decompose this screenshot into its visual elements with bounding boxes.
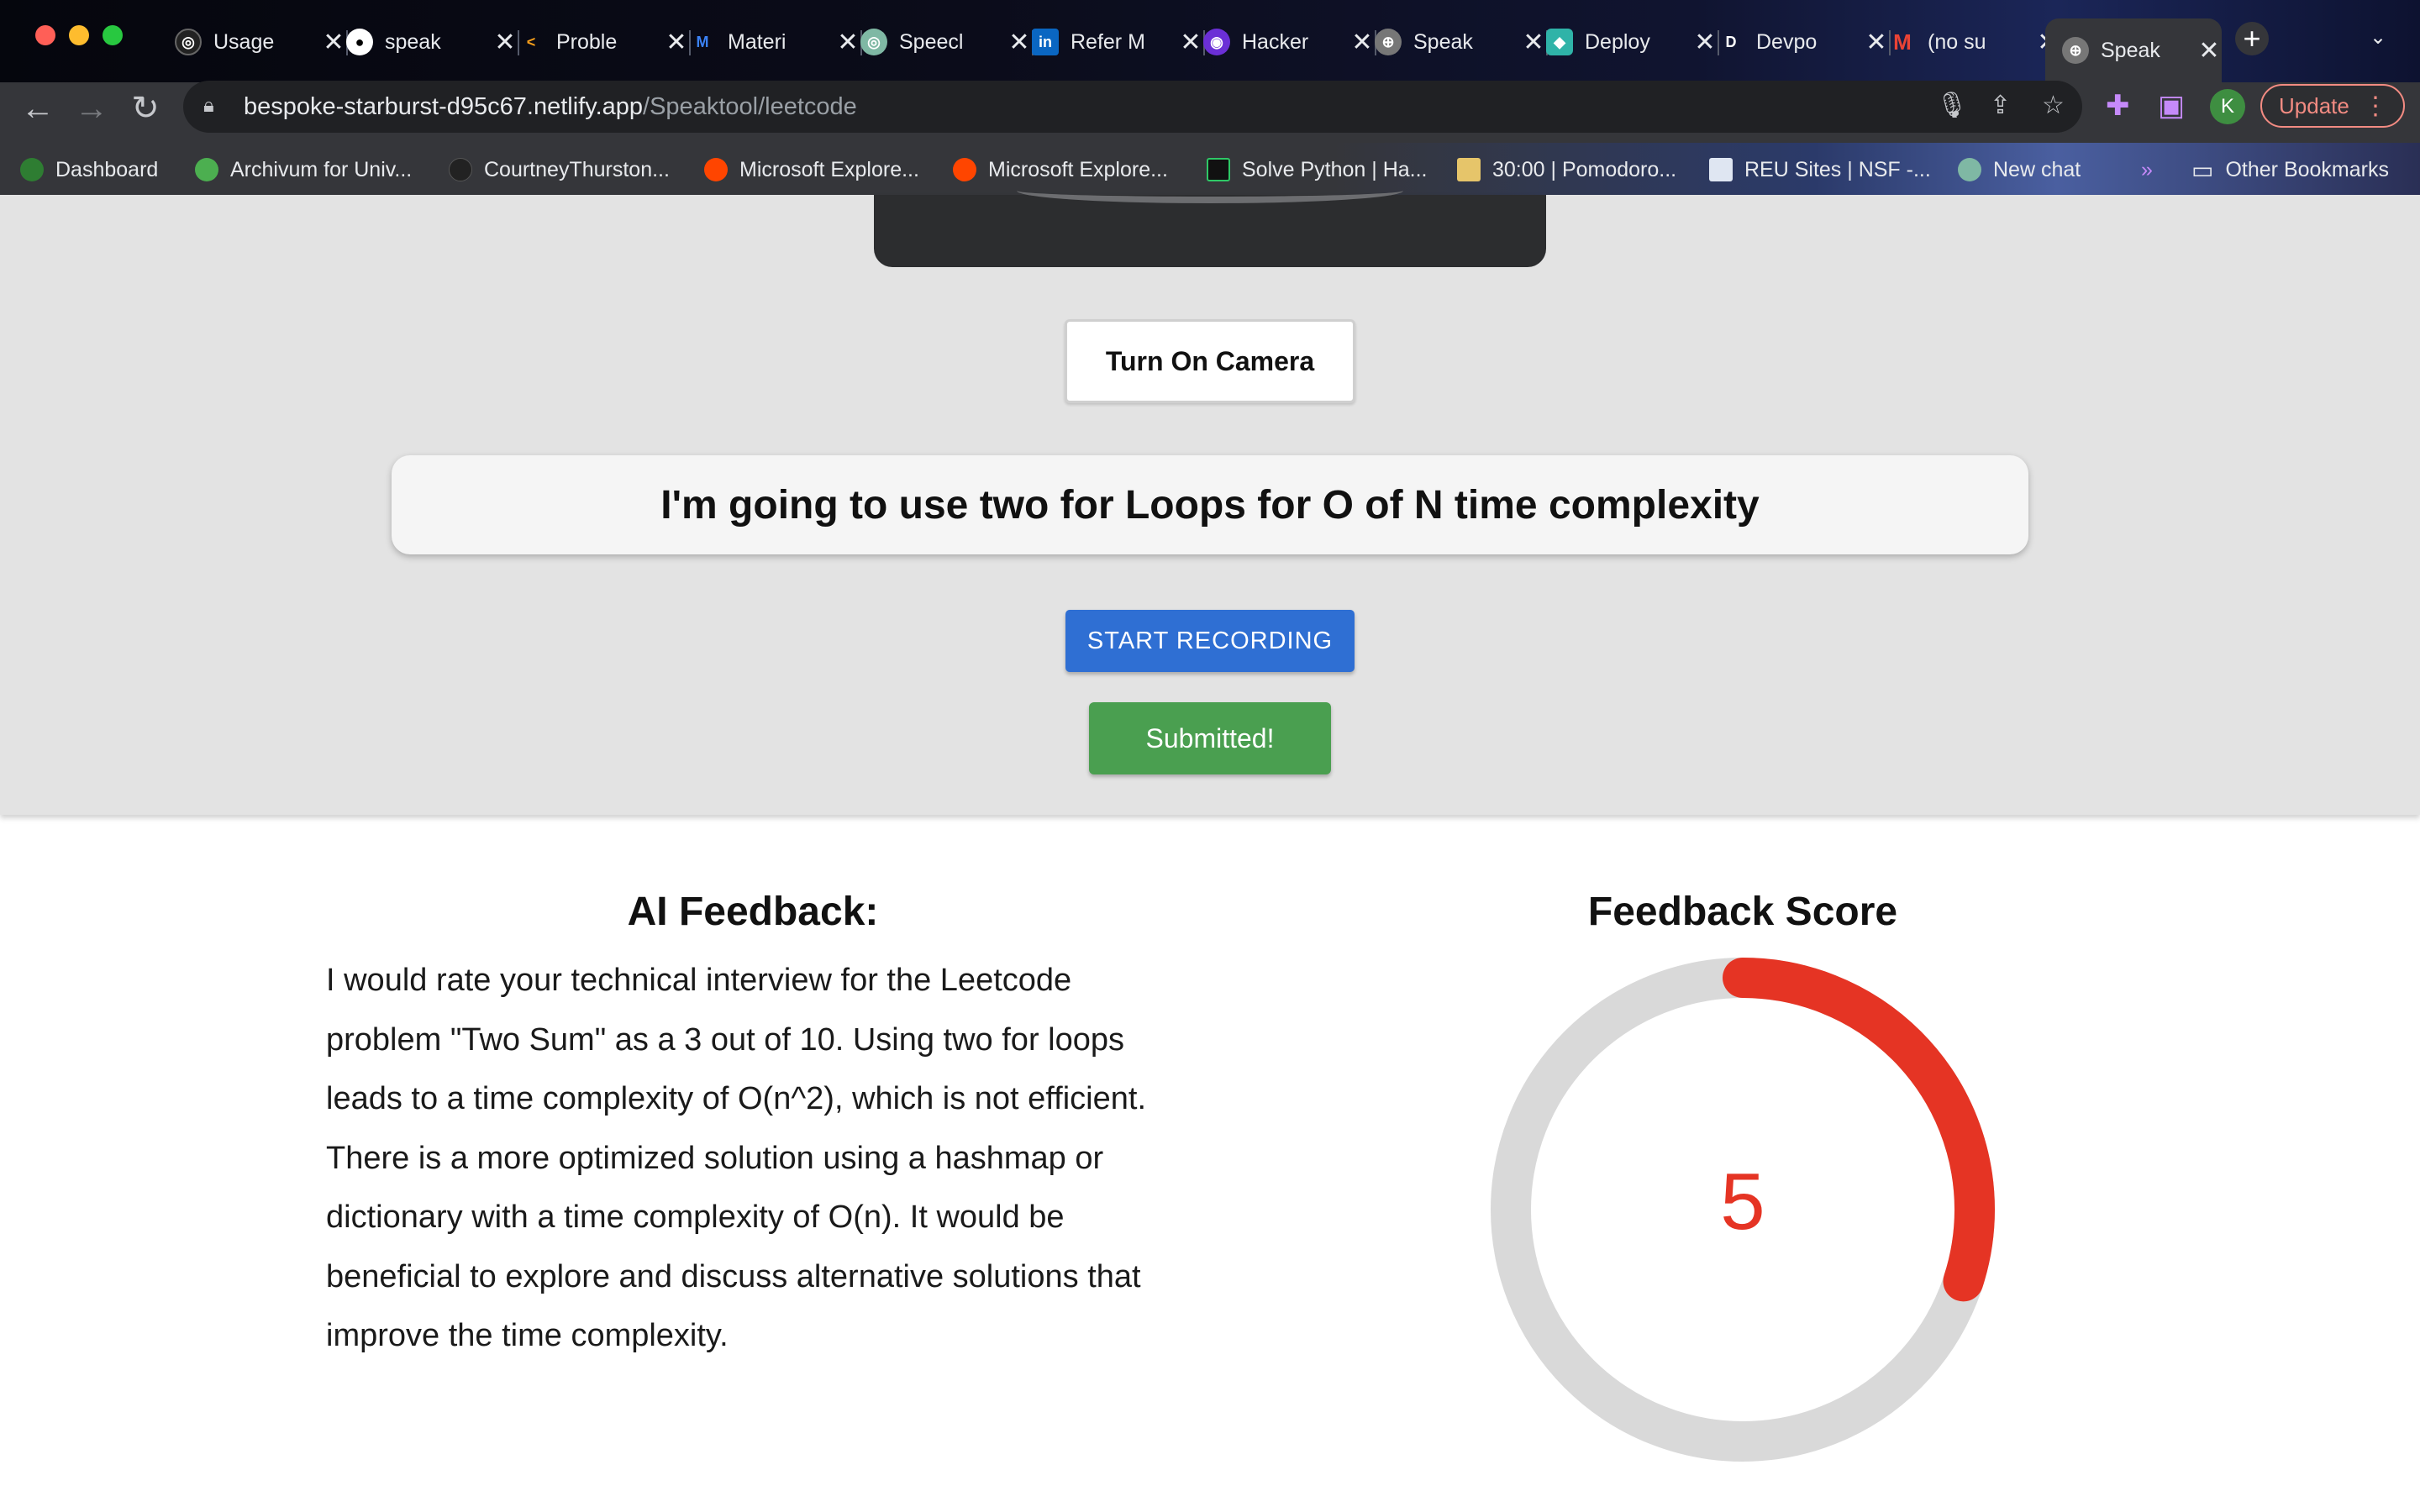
- bookmark-microsoft-1[interactable]: Microsoft Explore...: [704, 153, 919, 186]
- transcript-box: I'm going to use two for Loops for O of …: [392, 455, 2028, 554]
- new-tab-button[interactable]: +: [2235, 21, 2269, 55]
- bookmark-courtney[interactable]: CourtneyThurston...: [449, 153, 670, 186]
- tab-github[interactable]: ● speak ✕: [346, 18, 518, 66]
- close-icon[interactable]: ✕: [664, 28, 689, 57]
- mui-icon: M: [696, 33, 709, 50]
- bookmark-archivum[interactable]: Archivum for Univ...: [195, 153, 412, 186]
- netlify-icon: ◆: [1546, 29, 1573, 55]
- tab-leetcode[interactable]: < Proble ✕: [518, 18, 689, 66]
- turn-on-camera-button[interactable]: Turn On Camera: [1065, 319, 1355, 403]
- bookmark-pomodoro[interactable]: 30:00 | Pomodoro...: [1457, 153, 1676, 186]
- start-recording-button[interactable]: START RECORDING: [1065, 610, 1355, 672]
- tab-speech[interactable]: ◎ Speecl ✕: [860, 18, 1032, 66]
- tab-material[interactable]: M Materi ✕: [689, 18, 860, 66]
- tab-linkedin[interactable]: in Refer M ✕: [1032, 18, 1203, 66]
- tab-bar: ◎ Usage ✕ ● speak ✕ < Proble ✕ M Materi …: [0, 0, 2420, 82]
- close-icon[interactable]: ✕: [1864, 28, 1889, 57]
- lock-icon[interactable]: 🔒︎: [203, 94, 227, 119]
- openai-icon: [1958, 158, 1981, 181]
- tab-devpost[interactable]: D Devpo ✕: [1718, 18, 1889, 66]
- back-arrow-icon[interactable]: ←: [17, 87, 59, 129]
- minimize-window-button[interactable]: [69, 25, 89, 45]
- profile-avatar[interactable]: K: [2210, 89, 2245, 124]
- tab-search-chevron-icon[interactable]: ⌄: [2370, 25, 2386, 50]
- reddit-icon: [704, 158, 728, 181]
- close-icon[interactable]: ✕: [1178, 28, 1203, 57]
- tab-hacker[interactable]: ◉ Hacker ✕: [1203, 18, 1375, 66]
- share-icon[interactable]: ⇪: [1990, 91, 2011, 120]
- tab-speak-1[interactable]: ⊕ Speak ✕: [1375, 18, 1546, 66]
- close-icon[interactable]: ✕: [321, 28, 346, 57]
- close-window-button[interactable]: [35, 25, 55, 45]
- close-icon[interactable]: ✕: [835, 28, 860, 57]
- star-bookmark-icon[interactable]: ☆: [2042, 91, 2065, 120]
- github-icon: [449, 158, 472, 181]
- camera-placeholder-arc: [1017, 178, 1403, 203]
- close-icon[interactable]: ✕: [1521, 28, 1546, 57]
- camera-preview: [874, 195, 1546, 267]
- dashboard-icon: [20, 158, 44, 181]
- pomodoro-icon: [1457, 158, 1481, 181]
- bookmark-reu[interactable]: REU Sites | NSF -...: [1709, 153, 1931, 186]
- openai-icon: ◎: [175, 29, 202, 55]
- more-menu-icon[interactable]: ⋮: [2363, 92, 2388, 121]
- reload-icon[interactable]: ↻: [124, 87, 166, 129]
- feedback-score-value: 5: [1720, 1157, 1765, 1247]
- tab-gmail[interactable]: M (no su ✕: [1889, 18, 2060, 66]
- folder-icon: ▭: [2191, 156, 2214, 183]
- ai-feedback-title: AI Feedback:: [627, 890, 879, 934]
- submitted-button[interactable]: Submitted!: [1089, 702, 1331, 774]
- interview-panel: Turn On Camera I'm going to use two for …: [0, 195, 2420, 815]
- nsf-icon: [1709, 158, 1733, 181]
- tab-deploy[interactable]: ◆ Deploy ✕: [1546, 18, 1718, 66]
- globe-icon: ⊕: [1375, 29, 1402, 55]
- bookmark-dashboard[interactable]: Dashboard: [20, 153, 158, 186]
- other-bookmarks-folder[interactable]: ▭ Other Bookmarks: [2191, 153, 2389, 186]
- close-icon[interactable]: ✕: [2196, 36, 2222, 66]
- bookmarks-overflow-chevron[interactable]: »: [2141, 153, 2153, 186]
- close-icon[interactable]: ✕: [1692, 28, 1718, 57]
- forward-arrow-icon[interactable]: →: [71, 87, 113, 129]
- devpost-icon: D: [1725, 33, 1737, 50]
- globe-icon: ⊕: [2062, 37, 2089, 64]
- close-icon[interactable]: ✕: [1349, 28, 1375, 57]
- tab-speak-active[interactable]: ⊕ Speak ✕: [2045, 18, 2222, 82]
- leetcode-icon: <: [526, 33, 536, 50]
- gmail-icon: M: [1893, 29, 1912, 55]
- page-content: Turn On Camera I'm going to use two for …: [0, 195, 2420, 1512]
- tab-usage[interactable]: ◎ Usage ✕: [175, 18, 346, 66]
- github-icon: ●: [346, 29, 373, 55]
- archivum-icon: [195, 158, 218, 181]
- update-button[interactable]: Update ⋮: [2260, 84, 2405, 128]
- fullscreen-window-button[interactable]: [103, 25, 123, 45]
- reddit-icon: [953, 158, 976, 181]
- hackerearth-icon: ◉: [1203, 29, 1230, 55]
- side-panel-icon[interactable]: ▣: [2158, 89, 2185, 123]
- extensions-puzzle-icon[interactable]: ✚: [2106, 89, 2130, 123]
- close-icon[interactable]: ✕: [1007, 28, 1032, 57]
- ai-feedback-text: I would rate your technical interview fo…: [326, 963, 1146, 1353]
- microphone-icon[interactable]: 🎙︎: [1936, 91, 1968, 120]
- close-icon[interactable]: ✕: [492, 28, 518, 57]
- url-text[interactable]: bespoke-starburst-d95c67.netlify.app/Spe…: [244, 93, 857, 121]
- address-bar[interactable]: 🔒︎ bespoke-starburst-d95c67.netlify.app/…: [183, 81, 2082, 133]
- openai-icon: ◎: [860, 29, 887, 55]
- feedback-score-title: Feedback Score: [1587, 890, 1898, 934]
- linkedin-icon: in: [1032, 29, 1059, 55]
- bookmark-new-chat[interactable]: New chat: [1958, 153, 2081, 186]
